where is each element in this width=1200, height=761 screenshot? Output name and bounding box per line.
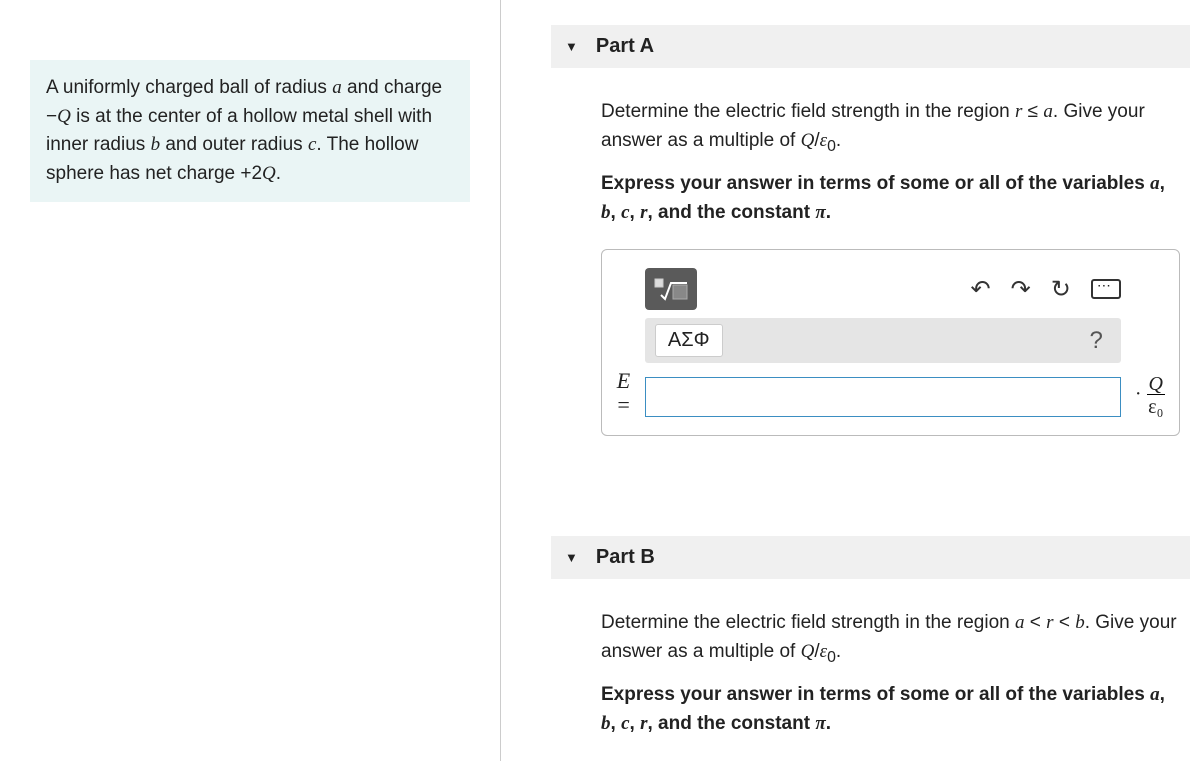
part-b-instruction: Determine the electric field strength in… — [601, 609, 1180, 669]
part-a-label: Part A — [596, 35, 654, 58]
equation-editor-button[interactable] — [645, 268, 697, 310]
part-b-header[interactable]: ▼ Part B — [551, 536, 1190, 579]
part-b-format: Express your answer in terms of some or … — [601, 681, 1180, 738]
toolbar-row-1: ↶ ↷ ↻ — [645, 268, 1121, 310]
part-a-instruction: Determine the electric field strength in… — [601, 98, 1180, 158]
part-a-format: Express your answer in terms of some or … — [601, 170, 1180, 227]
answer-input[interactable] — [645, 377, 1121, 417]
help-button[interactable]: ? — [1082, 327, 1111, 355]
collapse-icon: ▼ — [565, 39, 578, 54]
sqrt-icon — [651, 275, 691, 303]
unit-suffix: · Q ε₀ — [1135, 374, 1165, 417]
toolbar-row-2: ΑΣΦ ? — [645, 318, 1121, 363]
keyboard-icon[interactable] — [1091, 279, 1121, 299]
reset-icon[interactable]: ↻ — [1051, 275, 1071, 304]
collapse-icon: ▼ — [565, 550, 578, 565]
greek-letters-button[interactable]: ΑΣΦ — [655, 324, 723, 357]
undo-icon[interactable]: ↶ — [971, 275, 991, 304]
redo-icon[interactable]: ↷ — [1011, 275, 1031, 304]
answer-box: E= — [601, 249, 1180, 436]
part-a-header[interactable]: ▼ Part A — [551, 25, 1190, 68]
problem-statement: A uniformly charged ball of radius a and… — [30, 60, 470, 202]
part-b-label: Part B — [596, 546, 655, 569]
equation-lhs: E= — [616, 369, 631, 417]
